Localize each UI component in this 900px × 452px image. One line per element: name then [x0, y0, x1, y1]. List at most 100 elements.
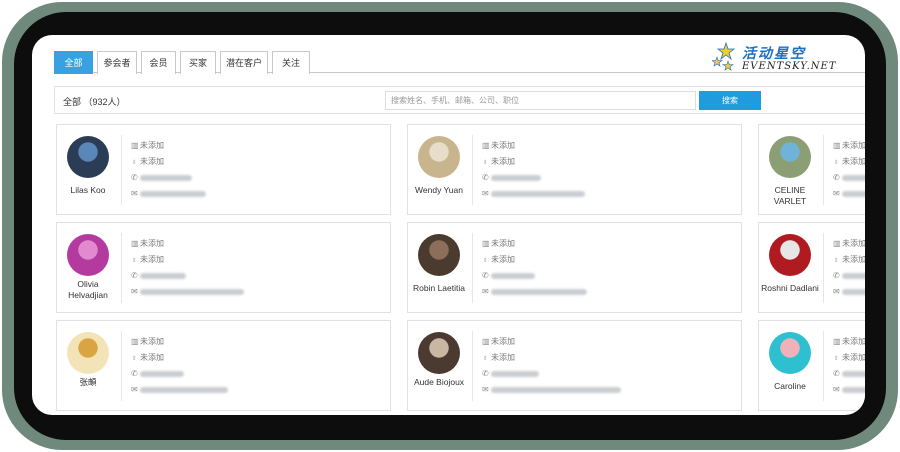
badge-icon: ♁ [131, 255, 137, 264]
contact-info-row: ✆ [482, 369, 539, 379]
tab-all[interactable]: 全部 [54, 51, 93, 74]
info-value: 未添加 [140, 255, 164, 264]
contact-info-row: ✉ [482, 385, 621, 395]
mail-icon: ✉ [482, 189, 489, 198]
contact-card[interactable]: Lilas Koo ▥未添加 ♁ 未添加 ✆ ✉ [56, 124, 391, 215]
contact-name[interactable]: Roshni Dadlani [759, 283, 821, 294]
divider [472, 135, 473, 205]
phone-icon: ✆ [482, 271, 489, 280]
tab-buyers[interactable]: 买家 [180, 51, 216, 74]
contact-name[interactable]: Robin Laetitia [408, 283, 470, 294]
eventsky-logo: 活动星空 EVENTSKY.NET [712, 41, 836, 73]
building-icon: ▥ [131, 141, 139, 150]
redacted-value [140, 386, 228, 393]
avatar[interactable] [418, 136, 460, 178]
avatar[interactable] [769, 234, 811, 276]
info-value: 未添加 [842, 255, 865, 264]
logo-text-cn: 活动星空 [742, 46, 806, 62]
contact-info-row: ✉ [482, 287, 587, 297]
phone-icon: ✆ [131, 369, 138, 378]
info-value: 未添加 [140, 353, 164, 362]
info-value: 未添加 [491, 255, 515, 264]
search-button[interactable]: 搜索 [699, 91, 761, 110]
mail-icon: ✉ [833, 287, 840, 296]
contact-card[interactable]: Roshni Dadlani ▥未添加 ♁ 未添加 ✆ ✉ [758, 222, 865, 313]
search-input[interactable] [385, 91, 696, 110]
divider [472, 331, 473, 401]
phone-icon: ✆ [833, 369, 840, 378]
badge-icon: ♁ [833, 157, 839, 166]
avatar[interactable] [418, 234, 460, 276]
tab-following[interactable]: 关注 [272, 51, 310, 74]
contact-card[interactable]: 张頔 ▥未添加 ♁ 未添加 ✆ ✉ [56, 320, 391, 411]
contact-info-row: ▥未添加 [833, 337, 865, 347]
contact-info-row: ♁ 未添加 [131, 353, 164, 363]
contact-info-row: ✉ [833, 385, 865, 395]
redacted-value [491, 272, 535, 279]
info-value: 未添加 [842, 157, 865, 166]
redacted-value [842, 272, 865, 279]
mail-icon: ✉ [833, 385, 840, 394]
contact-info-row: ✉ [131, 287, 244, 297]
avatar[interactable] [67, 136, 109, 178]
contact-info-row: ▥未添加 [833, 141, 865, 151]
contact-card[interactable]: Robin Laetitia ▥未添加 ♁ 未添加 ✆ ✉ [407, 222, 742, 313]
phone-side-button [88, 2, 102, 7]
contact-name[interactable]: Lilas Koo [57, 185, 119, 196]
info-value: 未添加 [842, 141, 865, 150]
tab-attendees[interactable]: 参会者 [97, 51, 137, 74]
logo-text-en: EVENTSKY.NET [742, 61, 837, 72]
divider [121, 135, 122, 205]
avatar[interactable] [67, 332, 109, 374]
contact-card[interactable]: Olivia Helvadjian ▥未添加 ♁ 未添加 ✆ ✉ [56, 222, 391, 313]
contact-name[interactable]: Olivia Helvadjian [57, 279, 119, 301]
app-screen: 全部 参会者 会员 买家 潜在客户 关注 活动星空 EVENTSKY.NET 全… [32, 35, 865, 415]
mail-icon: ✉ [131, 287, 138, 296]
contact-name[interactable]: Wendy Yuan [408, 185, 470, 196]
avatar[interactable] [769, 136, 811, 178]
contact-info-row: ✆ [833, 369, 865, 379]
building-icon: ▥ [482, 239, 490, 248]
badge-icon: ♁ [482, 255, 488, 264]
contact-info-row: ♁ 未添加 [482, 157, 515, 167]
contact-count-label: 全部 （932人） [63, 97, 126, 107]
mail-icon: ✉ [482, 287, 489, 296]
tab-members[interactable]: 会员 [141, 51, 176, 74]
contact-name[interactable]: Aude Biojoux [408, 377, 470, 388]
tab-prospects[interactable]: 潜在客户 [220, 51, 268, 74]
contact-info-row: ♁ 未添加 [482, 255, 515, 265]
badge-icon: ♁ [482, 353, 488, 362]
info-value: 未添加 [491, 353, 515, 362]
redacted-value [491, 288, 587, 295]
avatar[interactable] [418, 332, 460, 374]
contact-info-row: ♁ 未添加 [131, 255, 164, 265]
contact-name[interactable]: Caroline [759, 381, 821, 392]
info-value: 未添加 [491, 337, 515, 346]
building-icon: ▥ [482, 141, 490, 150]
badge-icon: ♁ [833, 255, 839, 264]
info-value: 未添加 [842, 353, 865, 362]
avatar[interactable] [67, 234, 109, 276]
info-value: 未添加 [140, 141, 164, 150]
contact-info-row: ✉ [482, 189, 585, 199]
contact-info-row: ▥未添加 [131, 239, 164, 249]
avatar[interactable] [769, 332, 811, 374]
redacted-value [491, 174, 541, 181]
contact-info-row: ✆ [482, 271, 535, 281]
redacted-value [140, 288, 244, 295]
contact-info-row: ▥未添加 [482, 239, 515, 249]
contact-card[interactable]: Caroline ▥未添加 ♁ 未添加 ✆ ✉ [758, 320, 865, 411]
mail-icon: ✉ [833, 189, 840, 198]
contact-name[interactable]: CELINE VARLET [759, 185, 821, 207]
contact-card[interactable]: CELINE VARLET ▥未添加 ♁ 未添加 ✆ ✉ [758, 124, 865, 215]
info-value: 未添加 [491, 157, 515, 166]
redacted-value [140, 272, 186, 279]
contact-info-row: ✉ [833, 287, 865, 297]
contact-card[interactable]: Wendy Yuan ▥未添加 ♁ 未添加 ✆ ✉ [407, 124, 742, 215]
contact-card[interactable]: Aude Biojoux ▥未添加 ♁ 未添加 ✆ ✉ [407, 320, 742, 411]
info-value: 未添加 [491, 141, 515, 150]
contact-info-row: ♁ 未添加 [482, 353, 515, 363]
contact-name[interactable]: 张頔 [57, 377, 119, 388]
contact-info-row: ✉ [833, 189, 865, 199]
divider [823, 135, 824, 205]
